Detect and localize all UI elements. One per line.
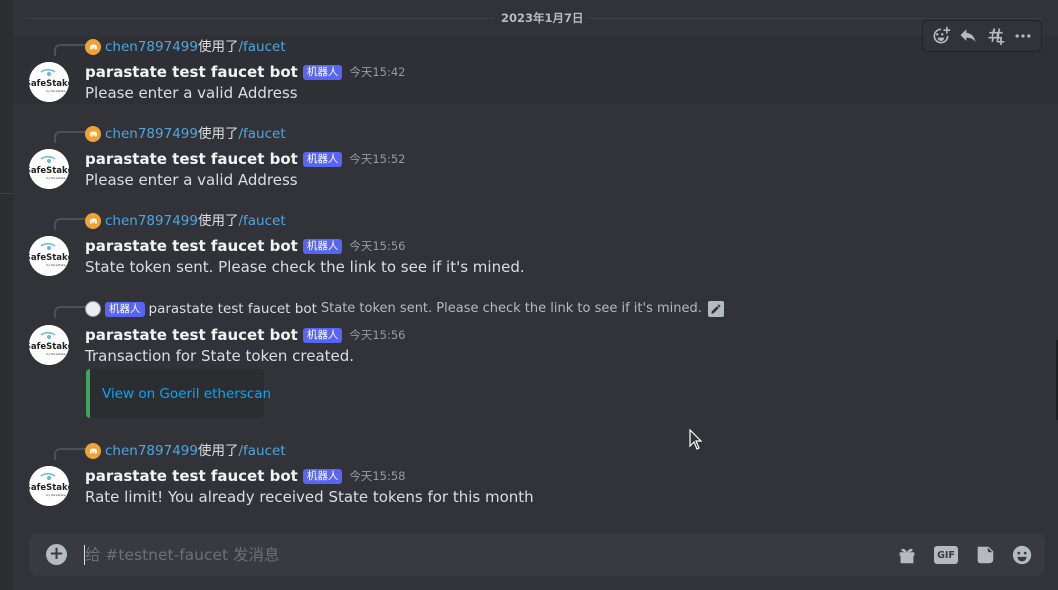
- mouse-cursor-icon: [689, 429, 703, 450]
- bot-avatar[interactable]: SafeStakeby ParaState: [29, 466, 69, 506]
- reply-avatar[interactable]: [85, 301, 101, 317]
- message-content: Please enter a valid Address: [85, 171, 298, 189]
- discord-logo-icon: [89, 131, 97, 137]
- message[interactable]: chen7897499使用了/faucet SafeStakeby ParaSt…: [13, 210, 1058, 278]
- bot-badge: 机器人: [302, 238, 343, 254]
- used-command-text: 使用了: [197, 443, 239, 459]
- edit-icon: [707, 301, 724, 317]
- gif-icon[interactable]: GIF: [934, 543, 958, 567]
- svg-text:by ParaState: by ParaState: [46, 493, 65, 497]
- reply-avatar[interactable]: [85, 443, 101, 459]
- svg-text:SafeStake: SafeStake: [29, 166, 69, 176]
- reply-username[interactable]: chen7897499: [105, 126, 198, 142]
- reply-reference[interactable]: chen7897499 使用了/faucet: [85, 443, 286, 459]
- timestamp: 今天15:56: [349, 239, 406, 253]
- emoji-icon[interactable]: [1010, 543, 1034, 567]
- timestamp: 今天15:56: [349, 328, 406, 342]
- message[interactable]: 机器人 parastate test faucet bot State toke…: [13, 298, 1058, 422]
- reply-username[interactable]: chen7897499: [105, 39, 198, 55]
- used-command-text: 使用了: [197, 213, 239, 229]
- svg-text:SafeStake: SafeStake: [29, 342, 69, 352]
- reply-username[interactable]: chen7897499: [105, 443, 198, 459]
- bot-avatar[interactable]: SafeStakeby ParaState: [29, 62, 69, 102]
- bot-badge: 机器人: [302, 64, 343, 80]
- message-content: Please enter a valid Address: [85, 84, 298, 102]
- message-input[interactable]: 给 #testnet-faucet 发消息: [85, 545, 280, 565]
- sticker-icon[interactable]: [973, 543, 997, 567]
- timestamp: 今天15:58: [349, 469, 406, 483]
- svg-text:SafeStake: SafeStake: [29, 253, 69, 263]
- timestamp: 今天15:42: [349, 65, 406, 79]
- discord-logo-icon: [89, 448, 97, 454]
- svg-text:SafeStake: SafeStake: [29, 483, 69, 493]
- message-content: Transaction for State token created.: [85, 347, 355, 365]
- discord-logo-icon: [89, 44, 97, 50]
- bot-name[interactable]: parastate test faucet bot: [85, 63, 298, 81]
- bot-avatar[interactable]: SafeStakeby ParaState: [29, 149, 69, 189]
- reply-preview-text[interactable]: State token sent. Please check the link …: [321, 301, 702, 317]
- bot-badge: 机器人: [302, 151, 343, 167]
- message[interactable]: chen7897499使用了/faucet SafeStakeby ParaSt…: [13, 36, 1058, 104]
- svg-text:by ParaState: by ParaState: [46, 352, 65, 356]
- slash-command[interactable]: /faucet: [238, 126, 285, 142]
- etherscan-link[interactable]: View on Goeril etherscan: [102, 386, 271, 402]
- message[interactable]: chen7897499使用了/faucet SafeStakeby ParaSt…: [13, 123, 1058, 191]
- used-command-text: 使用了: [197, 126, 239, 142]
- reply-avatar[interactable]: [85, 39, 101, 55]
- bot-badge: 机器人: [302, 468, 343, 484]
- bot-name[interactable]: parastate test faucet bot: [85, 150, 298, 168]
- svg-text:by ParaState: by ParaState: [46, 176, 65, 180]
- slash-command[interactable]: /faucet: [238, 213, 285, 229]
- discord-logo-icon: [89, 218, 97, 224]
- link-embed: View on Goeril etherscan: [86, 369, 271, 418]
- svg-text:SafeStake: SafeStake: [29, 79, 69, 89]
- reply-username[interactable]: chen7897499: [105, 213, 198, 229]
- gif-label: GIF: [934, 546, 958, 564]
- used-command-text: 使用了: [197, 39, 239, 55]
- reply-avatar[interactable]: [85, 213, 101, 229]
- reply-reference[interactable]: 机器人 parastate test faucet bot State toke…: [85, 301, 724, 317]
- message-content: State token sent. Please check the link …: [85, 258, 525, 276]
- bot-badge: 机器人: [105, 301, 145, 317]
- add-attachment-icon[interactable]: +: [46, 544, 67, 565]
- slash-command[interactable]: /faucet: [238, 39, 285, 55]
- reply-reference[interactable]: chen7897499 使用了/faucet: [85, 213, 286, 229]
- left-sidebar-edge: [0, 0, 13, 590]
- message-content: Rate limit! You already received State t…: [85, 488, 534, 506]
- bot-avatar[interactable]: SafeStakeby ParaState: [29, 325, 69, 365]
- gift-icon[interactable]: [895, 543, 919, 567]
- date-divider-label: 2023年1月7日: [495, 11, 590, 25]
- reply-reference[interactable]: chen7897499 使用了/faucet: [85, 126, 286, 142]
- bot-name[interactable]: parastate test faucet bot: [85, 326, 298, 344]
- bot-name[interactable]: parastate test faucet bot: [85, 467, 298, 485]
- slash-command[interactable]: /faucet: [238, 443, 285, 459]
- reply-bot-name[interactable]: parastate test faucet bot: [149, 301, 317, 317]
- reply-avatar[interactable]: [85, 126, 101, 142]
- reply-reference[interactable]: chen7897499 使用了/faucet: [85, 39, 286, 55]
- bot-name[interactable]: parastate test faucet bot: [85, 237, 298, 255]
- timestamp: 今天15:52: [349, 152, 406, 166]
- svg-text:by ParaState: by ParaState: [46, 89, 65, 93]
- svg-text:by ParaState: by ParaState: [46, 263, 65, 267]
- message-composer[interactable]: + 给 #testnet-faucet 发消息 GIF: [29, 533, 1045, 576]
- bot-badge: 机器人: [302, 327, 343, 343]
- bot-avatar[interactable]: SafeStakeby ParaState: [29, 236, 69, 276]
- message[interactable]: chen7897499使用了/faucet SafeStakeby ParaSt…: [13, 440, 1058, 508]
